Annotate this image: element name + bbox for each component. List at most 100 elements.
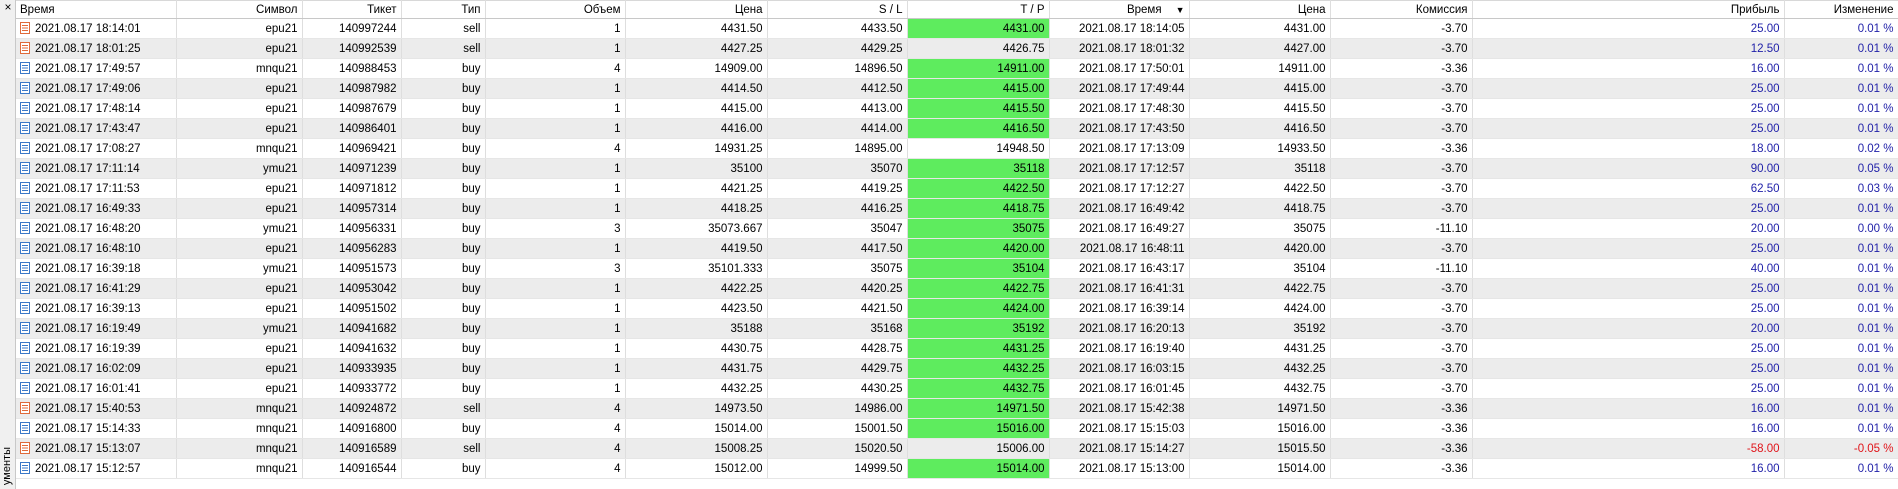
table-row[interactable]: 2021.08.17 16:19:49 ymu21 140941682 buy 1 351… [16,318,1898,339]
cell-open-price: 4422.25 [625,278,768,299]
cell-change: 0.01 % [1784,58,1898,79]
table-row[interactable]: 2021.08.17 16:48:20 ymu21 140956331 buy 3 350… [16,218,1898,239]
cell-change: 0.02 % [1784,138,1898,159]
cell-type: buy [401,278,486,299]
table-row[interactable]: 2021.08.17 17:49:57 mnqu21 140988453 buy 4 14… [16,58,1898,79]
table-row[interactable]: 2021.08.17 16:39:13 epu21 140951502 buy 1 442… [16,298,1898,319]
cell-commission: -3.70 [1330,198,1473,219]
cell-open-time: 2021.08.17 17:08:27 [16,138,177,159]
document-blue-icon [20,462,30,474]
cell-profit: 25.00 [1472,358,1785,379]
cell-open-time: 2021.08.17 16:41:29 [16,278,177,299]
open-time-text: 2021.08.17 16:39:18 [35,263,141,275]
cell-type: buy [401,158,486,179]
cell-open-price: 15012.00 [625,458,768,479]
document-blue-icon [20,122,30,134]
cell-open-price: 4415.00 [625,98,768,119]
table-row[interactable]: 2021.08.17 17:49:06 epu21 140987982 buy 1 441… [16,78,1898,99]
cell-ticket: 140951502 [302,298,402,319]
cell-commission: -3.70 [1330,18,1473,39]
cell-commission: -11.10 [1330,218,1473,239]
document-blue-icon [20,162,30,174]
table-row[interactable]: 2021.08.17 15:12:57 mnqu21 140916544 buy 4 15… [16,458,1898,479]
cell-sl: 35047 [767,218,908,239]
col-header-symbol[interactable]: Символ [176,0,303,19]
table-row[interactable]: 2021.08.17 16:19:39 epu21 140941632 buy 1 443… [16,338,1898,359]
cell-close-time: 2021.08.17 17:43:50 [1049,118,1190,139]
cell-profit: 25.00 [1472,338,1785,359]
cell-profit: 25.00 [1472,298,1785,319]
cell-type: buy [401,58,486,79]
header-row: Время Символ Тикет Тип Объем Цена S / L … [16,0,1898,19]
table-row[interactable]: 2021.08.17 17:11:14 ymu21 140971239 buy 1 351… [16,158,1898,179]
open-time-text: 2021.08.17 17:11:14 [35,163,140,175]
cell-symbol: epu21 [176,38,303,59]
cell-close-price: 15015.50 [1189,438,1331,459]
cell-change: -0.05 % [1784,438,1898,459]
col-header-tp[interactable]: T / P [907,0,1050,19]
toolbox-tab-label[interactable]: ументы [1,447,13,485]
cell-symbol: epu21 [176,198,303,219]
cell-close-price: 14971.50 [1189,398,1331,419]
col-header-open-time[interactable]: Время [16,0,177,19]
cell-profit: 25.00 [1472,18,1785,39]
cell-close-time: 2021.08.17 17:50:01 [1049,58,1190,79]
cell-close-time: 2021.08.17 16:43:17 [1049,258,1190,279]
table-row[interactable]: 2021.08.17 16:41:29 epu21 140953042 buy 1 442… [16,278,1898,299]
col-header-sl[interactable]: S / L [767,0,908,19]
cell-sl: 4429.75 [767,358,908,379]
table-row[interactable]: 2021.08.17 16:48:10 epu21 140956283 buy 1 441… [16,238,1898,259]
col-header-open-price[interactable]: Цена [625,0,768,19]
open-time-text: 2021.08.17 16:02:09 [35,363,141,375]
close-icon[interactable]: × [2,1,14,13]
col-header-close-price[interactable]: Цена [1189,0,1331,19]
col-header-close-time[interactable]: Время ▼ [1049,0,1190,19]
document-blue-icon [20,242,30,254]
table-row[interactable]: 2021.08.17 18:14:01 epu21 140997244 sell 1 44… [16,18,1898,39]
col-header-ticket[interactable]: Тикет [302,0,402,19]
cell-volume: 4 [485,138,626,159]
open-time-text: 2021.08.17 17:48:14 [35,103,141,115]
table-row[interactable]: 2021.08.17 15:13:07 mnqu21 140916589 sell 4 1… [16,438,1898,459]
cell-profit: 20.00 [1472,318,1785,339]
cell-volume: 1 [485,298,626,319]
col-header-volume[interactable]: Объем [485,0,626,19]
table-row[interactable]: 2021.08.17 17:11:53 epu21 140971812 buy 1 442… [16,178,1898,199]
cell-commission: -11.10 [1330,258,1473,279]
cell-ticket: 140987982 [302,78,402,99]
cell-open-price: 4432.25 [625,378,768,399]
cell-symbol: epu21 [176,378,303,399]
table-row[interactable]: 2021.08.17 15:40:53 mnqu21 140924872 sell 4 1… [16,398,1898,419]
document-blue-icon [20,282,30,294]
cell-tp: 35192 [907,318,1050,339]
cell-volume: 1 [485,78,626,99]
cell-tp: 4424.00 [907,298,1050,319]
cell-profit: 16.00 [1472,458,1785,479]
table-row[interactable]: 2021.08.17 15:14:33 mnqu21 140916800 buy 4 15… [16,418,1898,439]
col-header-profit[interactable]: Прибыль [1472,0,1785,19]
table-row[interactable]: 2021.08.17 17:48:14 epu21 140987679 buy 1 441… [16,98,1898,119]
cell-close-time: 2021.08.17 16:03:15 [1049,358,1190,379]
table-row[interactable]: 2021.08.17 16:01:41 epu21 140933772 buy 1 443… [16,378,1898,399]
col-header-change[interactable]: Изменение [1784,0,1898,19]
table-row[interactable]: 2021.08.17 16:39:18 ymu21 140951573 buy 3 351… [16,258,1898,279]
cell-open-price: 4419.50 [625,238,768,259]
table-row[interactable]: 2021.08.17 17:43:47 epu21 140986401 buy 1 441… [16,118,1898,139]
table-row[interactable]: 2021.08.17 18:01:25 epu21 140992539 sell 1 44… [16,38,1898,59]
table-row[interactable]: 2021.08.17 16:49:33 epu21 140957314 buy 1 441… [16,198,1898,219]
cell-symbol: mnqu21 [176,458,303,479]
cell-type: buy [401,118,486,139]
cell-close-time: 2021.08.17 17:48:30 [1049,98,1190,119]
cell-symbol: epu21 [176,338,303,359]
cell-change: 0.01 % [1784,118,1898,139]
cell-volume: 1 [485,318,626,339]
table-row[interactable]: 2021.08.17 16:02:09 epu21 140933935 buy 1 443… [16,358,1898,379]
col-header-commission[interactable]: Комиссия [1330,0,1473,19]
cell-volume: 4 [485,438,626,459]
table-row[interactable]: 2021.08.17 17:08:27 mnqu21 140969421 buy 4 14… [16,138,1898,159]
cell-close-time: 2021.08.17 16:49:42 [1049,198,1190,219]
cell-commission: -3.70 [1330,78,1473,99]
cell-open-time: 2021.08.17 16:01:41 [16,378,177,399]
col-header-type[interactable]: Тип [401,0,486,19]
open-time-text: 2021.08.17 15:40:53 [35,403,141,415]
